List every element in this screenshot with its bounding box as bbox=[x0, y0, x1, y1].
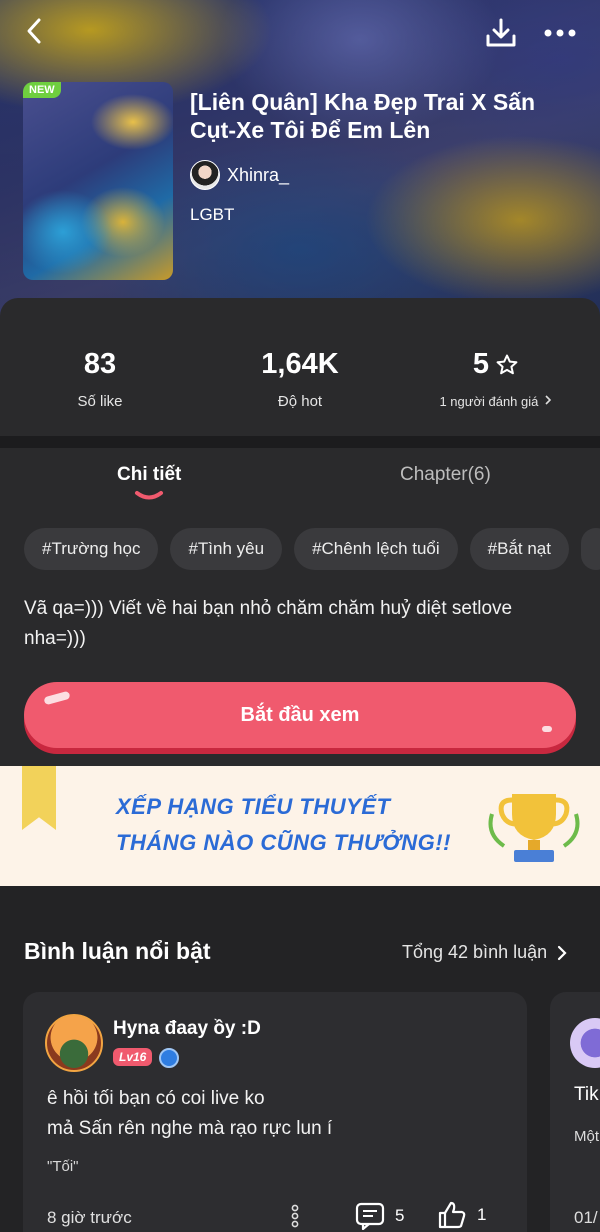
bookmark-ribbon-icon bbox=[22, 766, 56, 830]
comment-time: 8 giờ trước bbox=[47, 1208, 132, 1227]
button-shine bbox=[542, 726, 552, 732]
likes-label: Số like bbox=[77, 393, 123, 410]
comment-text: ê hồi tối bạn có coi live ko mả Sấn rên … bbox=[47, 1084, 332, 1144]
comment-line: mả Sấn rên nghe mà rạo rực lun í bbox=[47, 1118, 333, 1139]
back-button[interactable] bbox=[20, 16, 50, 46]
more-vertical-icon[interactable] bbox=[285, 1204, 305, 1228]
tag-chip[interactable]: #Trường học bbox=[24, 528, 159, 570]
download-button[interactable] bbox=[484, 16, 518, 50]
banner-line-1: XẾP HẠNG TIỂU THUYẾT bbox=[116, 794, 391, 819]
trophy-icon bbox=[488, 794, 580, 862]
tag-chip-overflow[interactable] bbox=[580, 528, 600, 570]
comment-line: ê hồi tối bạn có coi live ko bbox=[47, 1088, 265, 1109]
chevron-right-icon bbox=[558, 945, 567, 960]
reply-count: 5 bbox=[395, 1206, 405, 1225]
more-horizontal-icon bbox=[544, 29, 576, 37]
ranking-banner[interactable]: XẾP HẠNG TIỂU THUYẾT THÁNG NÀO CŨNG THƯỞ… bbox=[0, 766, 600, 886]
likes-value: 83 bbox=[83, 348, 117, 380]
rating-value: 5 bbox=[472, 348, 490, 380]
chevron-right-icon bbox=[544, 395, 551, 405]
like-count: 1 bbox=[477, 1205, 487, 1224]
reply-button[interactable]: 5 bbox=[355, 1202, 404, 1230]
new-badge: NEW bbox=[23, 82, 61, 98]
commenter-avatar bbox=[570, 1018, 600, 1068]
story-description: Vã qa=))) Viết về hai bạn nhỏ chăm chăm … bbox=[24, 598, 513, 649]
tab-indicator bbox=[135, 491, 163, 500]
author-row[interactable]: Xhinra_ bbox=[190, 160, 289, 190]
author-avatar bbox=[190, 160, 220, 190]
rating-label: 1 người đánh giá bbox=[439, 394, 539, 409]
comment-card[interactable]: Hyna đaay ồy :D Lv16 ê hồi tối bạn có co… bbox=[23, 992, 527, 1232]
story-cover: NEW bbox=[23, 82, 173, 280]
likes-stat: 83 Số like bbox=[0, 348, 200, 410]
tag-chip[interactable]: #Chênh lệch tuổi bbox=[294, 528, 458, 570]
tag-list: #Trường học #Tình yêu #Chênh lệch tuổi #… bbox=[24, 528, 600, 570]
detail-content: #Trường học #Tình yêu #Chênh lệch tuổi #… bbox=[0, 508, 600, 766]
star-icon bbox=[496, 354, 518, 374]
top-bar bbox=[0, 0, 600, 64]
tag-chip[interactable]: #Bắt nạt bbox=[469, 528, 569, 570]
comment-text-peek: Tik bbox=[574, 1084, 599, 1105]
download-icon bbox=[486, 18, 516, 47]
tab-detail[interactable]: Chi tiết bbox=[117, 464, 181, 486]
banner-line-2: THÁNG NÀO CŨNG THƯỞNG!! bbox=[116, 830, 451, 855]
tab-chapter[interactable]: Chapter(6) bbox=[400, 464, 491, 486]
start-reading-button[interactable]: Bắt đầu xem bbox=[24, 682, 576, 748]
start-reading-label: Bắt đầu xem bbox=[240, 703, 360, 726]
story-genre: LGBT bbox=[190, 205, 235, 224]
like-button[interactable]: 1 bbox=[437, 1200, 486, 1230]
level-badge: Lv16 bbox=[113, 1048, 153, 1066]
rating-stat[interactable]: 5 1 người đánh giá bbox=[396, 348, 596, 410]
tag-chip[interactable]: #Tình yêu bbox=[170, 528, 283, 570]
comments-title: Bình luận nổi bật bbox=[24, 938, 211, 964]
story-title: [Liên Quân] Kha Đẹp Trai X Sấn Cụt-Xe Tô… bbox=[190, 89, 536, 143]
hot-value: 1,64K bbox=[261, 348, 339, 380]
comment-card-next[interactable]: Tik Một 01/ bbox=[550, 992, 600, 1232]
comment-quote-peek: Một bbox=[574, 1128, 600, 1145]
verified-badge-icon bbox=[159, 1048, 179, 1068]
section-divider bbox=[0, 436, 600, 448]
button-shine bbox=[43, 690, 71, 706]
more-button[interactable] bbox=[540, 18, 580, 48]
commenter-name[interactable]: Hyna đaay ồy :D bbox=[113, 1018, 261, 1040]
author-name: Xhinra_ bbox=[227, 164, 290, 185]
tab-bar: Chi tiết Chapter(6) bbox=[0, 448, 600, 508]
hot-label: Độ hot bbox=[277, 393, 323, 410]
comments-section-header: Bình luận nổi bật Tổng 42 bình luận bbox=[0, 886, 600, 992]
comments-total-link[interactable]: Tổng 42 bình luận bbox=[402, 942, 567, 963]
chevron-left-icon bbox=[27, 18, 41, 44]
comment-quote: "Tối" bbox=[47, 1158, 79, 1175]
comments-total-label: Tổng 42 bình luận bbox=[402, 942, 548, 962]
hot-stat: 1,64K Độ hot bbox=[200, 348, 400, 410]
commenter-avatar[interactable] bbox=[45, 1014, 103, 1072]
stats-card: 83 Số like 1,64K Độ hot 5 1 người đánh g… bbox=[0, 298, 600, 436]
thumbs-up-icon bbox=[438, 1201, 466, 1229]
comment-icon bbox=[355, 1202, 385, 1230]
comment-time-peek: 01/ bbox=[574, 1208, 598, 1227]
